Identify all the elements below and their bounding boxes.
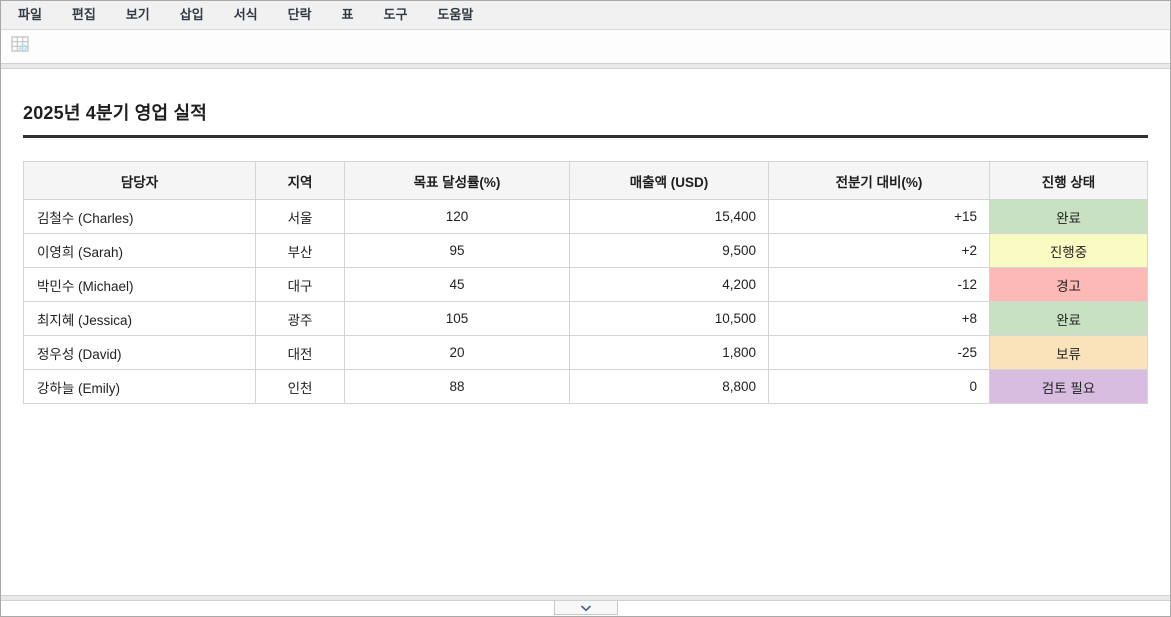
cell-revenue: 1,800 <box>570 336 769 370</box>
toolbar <box>1 30 1170 63</box>
menu-bar: 파일 편집 보기 삽입 서식 단락 표 도구 도움말 <box>1 1 1170 30</box>
cell-status status-badge: 진행중 <box>990 234 1148 268</box>
cell-region: 서울 <box>256 200 345 234</box>
cell-achievement: 120 <box>345 200 570 234</box>
page-title: 2025년 4분기 영업 실적 <box>23 99 1148 138</box>
table-body: 김철수 (Charles) 서울 120 15,400 +15 완료 이영희 (… <box>24 200 1148 404</box>
table-row: 강하늘 (Emily) 인천 88 8,800 0 검토 필요 <box>24 370 1148 404</box>
menu-item-file[interactable]: 파일 <box>3 1 57 29</box>
menu-item-tools[interactable]: 도구 <box>369 1 423 29</box>
cell-revenue: 8,800 <box>570 370 769 404</box>
cell-owner: 이영희 (Sarah) <box>24 234 256 268</box>
table-row: 이영희 (Sarah) 부산 95 9,500 +2 진행중 <box>24 234 1148 268</box>
column-header-owner: 담당자 <box>24 162 256 200</box>
cell-qoq: +15 <box>769 200 990 234</box>
cell-qoq: -25 <box>769 336 990 370</box>
cell-owner: 최지혜 (Jessica) <box>24 302 256 336</box>
chevron-down-icon <box>580 599 592 617</box>
cell-revenue: 4,200 <box>570 268 769 302</box>
menu-item-edit[interactable]: 편집 <box>57 1 111 29</box>
column-header-qoq: 전분기 대비(%) <box>769 162 990 200</box>
table-icon <box>11 36 30 58</box>
document-page: 2025년 4분기 영업 실적 담당자 지역 목표 달성률(%) 매출액 (US… <box>1 69 1170 595</box>
cell-region: 부산 <box>256 234 345 268</box>
cell-owner: 강하늘 (Emily) <box>24 370 256 404</box>
cell-region: 대전 <box>256 336 345 370</box>
column-header-achievement: 목표 달성률(%) <box>345 162 570 200</box>
table-row: 박민수 (Michael) 대구 45 4,200 -12 경고 <box>24 268 1148 302</box>
sales-report-table: 담당자 지역 목표 달성률(%) 매출액 (USD) 전분기 대비(%) 진행 … <box>23 161 1148 404</box>
cell-owner: 박민수 (Michael) <box>24 268 256 302</box>
cell-qoq: 0 <box>769 370 990 404</box>
cell-owner: 김철수 (Charles) <box>24 200 256 234</box>
menu-item-paragraph[interactable]: 단락 <box>273 1 327 29</box>
collapse-panel-button[interactable] <box>554 601 618 615</box>
cell-status status-badge: 경고 <box>990 268 1148 302</box>
column-header-status: 진행 상태 <box>990 162 1148 200</box>
table-row: 최지혜 (Jessica) 광주 105 10,500 +8 완료 <box>24 302 1148 336</box>
table-row: 김철수 (Charles) 서울 120 15,400 +15 완료 <box>24 200 1148 234</box>
menu-item-format[interactable]: 서식 <box>219 1 273 29</box>
menu-item-view[interactable]: 보기 <box>111 1 165 29</box>
cell-region: 대구 <box>256 268 345 302</box>
cell-revenue: 10,500 <box>570 302 769 336</box>
cell-region: 인천 <box>256 370 345 404</box>
menu-item-help[interactable]: 도움말 <box>422 1 488 29</box>
cell-achievement: 45 <box>345 268 570 302</box>
cell-achievement: 20 <box>345 336 570 370</box>
table-header-row: 담당자 지역 목표 달성률(%) 매출액 (USD) 전분기 대비(%) 진행 … <box>24 162 1148 200</box>
panel-bottom-edge <box>1 595 1170 601</box>
cell-status status-badge: 검토 필요 <box>990 370 1148 404</box>
table-row: 정우성 (David) 대전 20 1,800 -25 보류 <box>24 336 1148 370</box>
cell-achievement: 105 <box>345 302 570 336</box>
menu-item-table[interactable]: 표 <box>327 1 369 29</box>
cell-achievement: 95 <box>345 234 570 268</box>
cell-status status-badge: 완료 <box>990 302 1148 336</box>
column-header-revenue: 매출액 (USD) <box>570 162 769 200</box>
cell-qoq: +2 <box>769 234 990 268</box>
app-window: 파일 편집 보기 삽입 서식 단락 표 도구 도움말 20 <box>0 0 1171 617</box>
menu-item-insert[interactable]: 삽입 <box>165 1 219 29</box>
cell-achievement: 88 <box>345 370 570 404</box>
cell-revenue: 15,400 <box>570 200 769 234</box>
cell-region: 광주 <box>256 302 345 336</box>
column-header-region: 지역 <box>256 162 345 200</box>
cell-revenue: 9,500 <box>570 234 769 268</box>
cell-status status-badge: 완료 <box>990 200 1148 234</box>
insert-table-button[interactable] <box>9 36 31 58</box>
cell-owner: 정우성 (David) <box>24 336 256 370</box>
cell-qoq: +8 <box>769 302 990 336</box>
cell-qoq: -12 <box>769 268 990 302</box>
table-header: 담당자 지역 목표 달성률(%) 매출액 (USD) 전분기 대비(%) 진행 … <box>24 162 1148 200</box>
panel-top-edge <box>1 63 1170 69</box>
cell-status status-badge: 보류 <box>990 336 1148 370</box>
